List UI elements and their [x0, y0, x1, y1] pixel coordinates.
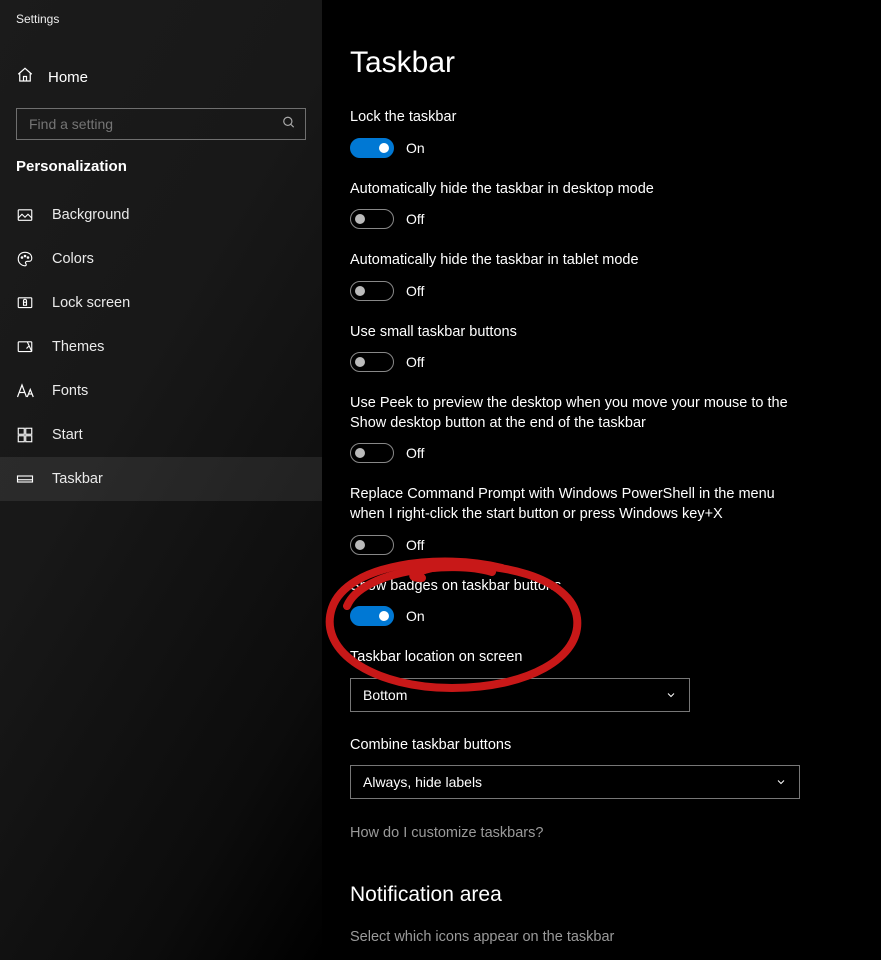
setting-powershell: Replace Command Prompt with Windows Powe… — [350, 485, 810, 554]
toggle-small-buttons[interactable] — [350, 352, 394, 372]
setting-badges: Show badges on taskbar buttons On — [350, 577, 800, 627]
toggle-autohide-desktop[interactable] — [350, 209, 394, 229]
link-select-icons[interactable]: Select which icons appear on the taskbar — [350, 929, 853, 945]
page-title: Taskbar — [350, 46, 853, 80]
fonts-icon — [16, 382, 34, 400]
main-content: Taskbar Lock the taskbar On Automaticall… — [322, 0, 881, 960]
setting-small-buttons: Use small taskbar buttons Off — [350, 323, 800, 373]
select-value: Always, hide labels — [363, 774, 482, 790]
sidebar-item-label: Taskbar — [52, 471, 103, 487]
window-title: Settings — [0, 12, 322, 26]
home-nav[interactable]: Home — [0, 58, 322, 96]
toggle-state: Off — [406, 211, 424, 227]
sidebar-item-taskbar[interactable]: Taskbar — [0, 457, 322, 501]
taskbar-icon — [16, 470, 34, 488]
sidebar-item-themes[interactable]: Themes — [0, 325, 322, 369]
toggle-autohide-tablet[interactable] — [350, 281, 394, 301]
sidebar-item-background[interactable]: Background — [0, 193, 322, 237]
themes-icon — [16, 338, 34, 356]
setting-label: Combine taskbar buttons — [350, 736, 800, 756]
setting-combine-buttons: Combine taskbar buttons Always, hide lab… — [350, 736, 800, 800]
toggle-peek[interactable] — [350, 443, 394, 463]
setting-label: Automatically hide the taskbar in tablet… — [350, 251, 800, 271]
setting-label: Use Peek to preview the desktop when you… — [350, 394, 810, 433]
sidebar-item-label: Lock screen — [52, 295, 130, 311]
sidebar-item-lock-screen[interactable]: Lock screen — [0, 281, 322, 325]
toggle-state: Off — [406, 537, 424, 553]
select-value: Bottom — [363, 687, 407, 703]
section-title-notification-area: Notification area — [350, 883, 853, 907]
sidebar-item-label: Themes — [52, 339, 104, 355]
sidebar-item-label: Start — [52, 427, 83, 443]
setting-label: Automatically hide the taskbar in deskto… — [350, 180, 800, 200]
sidebar-item-label: Fonts — [52, 383, 88, 399]
sidebar: Settings Home Personalization — [0, 0, 322, 960]
setting-peek: Use Peek to preview the desktop when you… — [350, 394, 810, 463]
sidebar-item-fonts[interactable]: Fonts — [0, 369, 322, 413]
sidebar-nav: Background Colors Lock screen — [0, 193, 322, 501]
toggle-state: Off — [406, 283, 424, 299]
sidebar-item-start[interactable]: Start — [0, 413, 322, 457]
combine-buttons-select[interactable]: Always, hide labels — [350, 765, 800, 799]
setting-lock-taskbar: Lock the taskbar On — [350, 108, 800, 158]
setting-taskbar-location: Taskbar location on screen Bottom — [350, 648, 800, 712]
toggle-badges[interactable] — [350, 606, 394, 626]
setting-label: Taskbar location on screen — [350, 648, 800, 668]
setting-label: Lock the taskbar — [350, 108, 800, 128]
toggle-state: On — [406, 140, 425, 156]
setting-label: Use small taskbar buttons — [350, 323, 800, 343]
chevron-down-icon — [665, 689, 677, 701]
toggle-state: Off — [406, 445, 424, 461]
sidebar-section-label: Personalization — [0, 158, 322, 193]
palette-icon — [16, 250, 34, 268]
setting-autohide-desktop: Automatically hide the taskbar in deskto… — [350, 180, 800, 230]
setting-label: Replace Command Prompt with Windows Powe… — [350, 485, 810, 524]
start-icon — [16, 426, 34, 444]
toggle-state: On — [406, 608, 425, 624]
toggle-lock-taskbar[interactable] — [350, 138, 394, 158]
sidebar-item-label: Colors — [52, 251, 94, 267]
chevron-down-icon — [775, 776, 787, 788]
lock-screen-icon — [16, 294, 34, 312]
home-label: Home — [48, 69, 88, 86]
toggle-powershell[interactable] — [350, 535, 394, 555]
search-input[interactable] — [16, 108, 306, 140]
setting-label: Show badges on taskbar buttons — [350, 577, 800, 597]
taskbar-location-select[interactable]: Bottom — [350, 678, 690, 712]
sidebar-item-label: Background — [52, 207, 129, 223]
toggle-state: Off — [406, 354, 424, 370]
picture-icon — [16, 206, 34, 224]
home-icon — [16, 66, 34, 88]
setting-autohide-tablet: Automatically hide the taskbar in tablet… — [350, 251, 800, 301]
help-link-customize-taskbars[interactable]: How do I customize taskbars? — [350, 825, 853, 841]
sidebar-item-colors[interactable]: Colors — [0, 237, 322, 281]
